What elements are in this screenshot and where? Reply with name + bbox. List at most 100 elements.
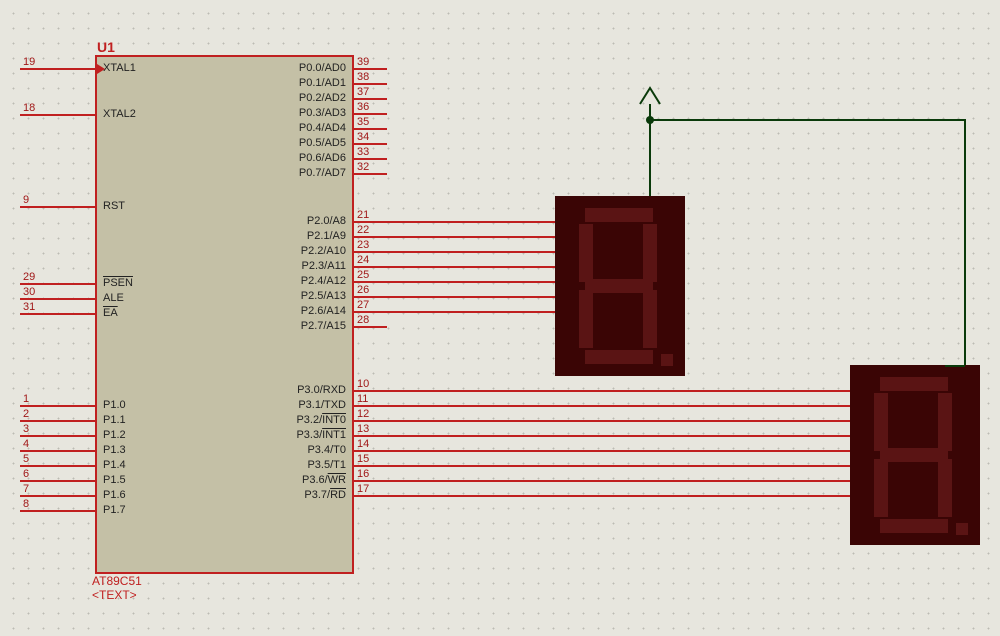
pin-label: P2.5/A13 bbox=[301, 290, 346, 302]
pin-wire-left[interactable] bbox=[20, 450, 95, 452]
pin-number: 26 bbox=[357, 284, 369, 296]
segment bbox=[585, 350, 653, 364]
pin-wire-right[interactable] bbox=[352, 113, 387, 115]
pin-wire-right[interactable] bbox=[352, 128, 387, 130]
pin-wire-right[interactable] bbox=[352, 143, 387, 145]
pin-wire-right[interactable] bbox=[352, 326, 387, 328]
seven-segment-display[interactable] bbox=[555, 196, 685, 376]
pin-wire-right[interactable] bbox=[352, 98, 387, 100]
pin-label: P1.3 bbox=[103, 444, 126, 456]
pin-number: 29 bbox=[23, 271, 35, 283]
pin-number: 36 bbox=[357, 101, 369, 113]
pin-wire-left[interactable] bbox=[20, 510, 95, 512]
pin-label: P0.6/AD6 bbox=[299, 152, 346, 164]
pin-wire-left[interactable] bbox=[20, 465, 95, 467]
pin-label: P0.1/AD1 bbox=[299, 77, 346, 89]
pin-label: PSEN bbox=[103, 277, 133, 289]
pin-label: P1.6 bbox=[103, 489, 126, 501]
pin-wire-right[interactable] bbox=[352, 450, 850, 452]
pin-number: 27 bbox=[357, 299, 369, 311]
pin-number: 21 bbox=[357, 209, 369, 221]
pin-wire-right[interactable] bbox=[352, 221, 555, 223]
segment bbox=[585, 208, 653, 222]
pin-wire-right[interactable] bbox=[352, 158, 387, 160]
net-wire[interactable] bbox=[964, 119, 966, 365]
pin-wire-left[interactable] bbox=[20, 206, 95, 208]
pin-label: P1.7 bbox=[103, 504, 126, 516]
pin-label: EA bbox=[103, 307, 118, 319]
pin-wire-right[interactable] bbox=[352, 296, 555, 298]
pin-wire-left[interactable] bbox=[20, 283, 95, 285]
pin-wire-right[interactable] bbox=[352, 311, 555, 313]
segment-dp bbox=[956, 523, 968, 535]
pin-wire-left[interactable] bbox=[20, 435, 95, 437]
pin-label: ALE bbox=[103, 292, 124, 304]
component-part: AT89C51 <TEXT> bbox=[92, 574, 142, 602]
pin-wire-left[interactable] bbox=[20, 68, 95, 70]
pin-label: P2.0/A8 bbox=[307, 215, 346, 227]
pin-number: 7 bbox=[23, 483, 29, 495]
pin-wire-right[interactable] bbox=[352, 405, 850, 407]
pin-wire-right[interactable] bbox=[352, 495, 850, 497]
pin-label: P1.1 bbox=[103, 414, 126, 426]
seven-segment-display[interactable] bbox=[850, 365, 980, 545]
pin-number: 24 bbox=[357, 254, 369, 266]
pin-number: 34 bbox=[357, 131, 369, 143]
component-ref: U1 bbox=[97, 39, 115, 55]
pin-wire-right[interactable] bbox=[352, 251, 555, 253]
pin-label: P2.3/A11 bbox=[302, 260, 346, 272]
pin-number: 35 bbox=[357, 116, 369, 128]
pin-number: 3 bbox=[23, 423, 29, 435]
pin-number: 8 bbox=[23, 498, 29, 510]
pin-number: 28 bbox=[357, 314, 369, 326]
pin-wire-left[interactable] bbox=[20, 495, 95, 497]
pin-number: 1 bbox=[23, 393, 29, 405]
pin-number: 12 bbox=[357, 408, 369, 420]
segment bbox=[579, 224, 593, 282]
pin-wire-left[interactable] bbox=[20, 298, 95, 300]
net-wire[interactable] bbox=[945, 365, 965, 367]
pin-label: P3.6/WR bbox=[302, 474, 346, 486]
net-wire[interactable] bbox=[650, 119, 965, 121]
pin-number: 22 bbox=[357, 224, 369, 236]
pin-wire-left[interactable] bbox=[20, 420, 95, 422]
segment bbox=[880, 519, 948, 533]
pin-label: P3.0/RXD bbox=[297, 384, 346, 396]
pin-wire-right[interactable] bbox=[352, 390, 850, 392]
pin-label: P1.0 bbox=[103, 399, 126, 411]
segment bbox=[938, 393, 952, 451]
pin-number: 38 bbox=[357, 71, 369, 83]
pin-wire-left[interactable] bbox=[20, 313, 95, 315]
pin-wire-left[interactable] bbox=[20, 405, 95, 407]
pin-wire-right[interactable] bbox=[352, 435, 850, 437]
pin-wire-right[interactable] bbox=[352, 266, 555, 268]
pin-label: P3.3/INT1 bbox=[296, 429, 346, 441]
schematic-canvas[interactable]: U1 AT89C51 <TEXT> 19XTAL118XTAL29RST29PS… bbox=[0, 0, 1000, 636]
pin-wire-left[interactable] bbox=[20, 114, 95, 116]
pin-wire-right[interactable] bbox=[352, 480, 850, 482]
pin-number: 23 bbox=[357, 239, 369, 251]
pin-label: P2.1/A9 bbox=[307, 230, 346, 242]
pin-wire-right[interactable] bbox=[352, 173, 387, 175]
pin-wire-left[interactable] bbox=[20, 480, 95, 482]
segment bbox=[874, 393, 888, 451]
pin-wire-right[interactable] bbox=[352, 83, 387, 85]
pin-label: XTAL2 bbox=[103, 108, 136, 120]
segment bbox=[643, 224, 657, 282]
pin-number: 4 bbox=[23, 438, 29, 450]
pin-wire-right[interactable] bbox=[352, 465, 850, 467]
pin-wire-right[interactable] bbox=[352, 236, 555, 238]
pin-wire-right[interactable] bbox=[352, 281, 555, 283]
segment bbox=[938, 459, 952, 517]
pin-label: P0.7/AD7 bbox=[299, 167, 346, 179]
segment-dp bbox=[661, 354, 673, 366]
pin-number: 31 bbox=[23, 301, 35, 313]
segment bbox=[643, 290, 657, 348]
pin-wire-right[interactable] bbox=[352, 420, 850, 422]
pin-label: P0.4/AD4 bbox=[299, 122, 346, 134]
pin-number: 19 bbox=[23, 56, 35, 68]
pin-number: 5 bbox=[23, 453, 29, 465]
pin-label: P2.4/A12 bbox=[301, 275, 346, 287]
pin-number: 13 bbox=[357, 423, 369, 435]
pin-wire-right[interactable] bbox=[352, 68, 387, 70]
